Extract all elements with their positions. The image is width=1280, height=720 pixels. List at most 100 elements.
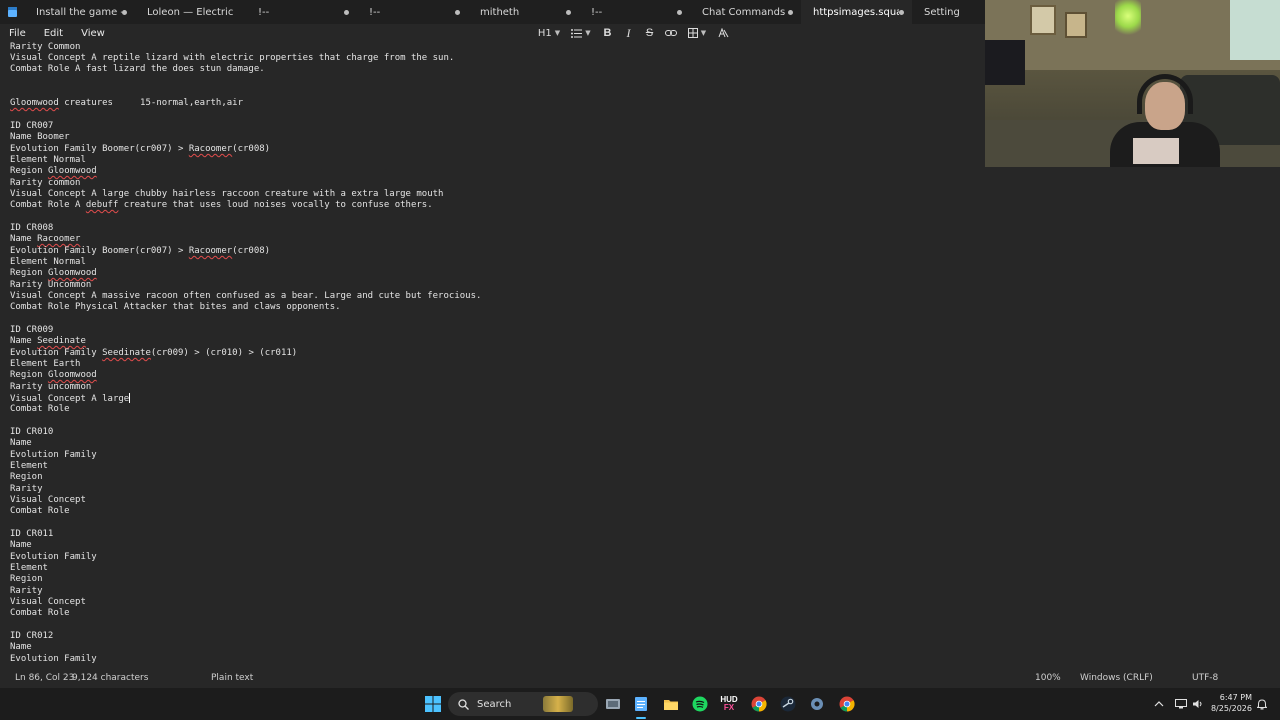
tray-overflow-icon[interactable] [1154, 688, 1164, 720]
widgets-icon[interactable] [543, 696, 574, 712]
text-line: Combat Role A debuff creature that uses … [10, 200, 433, 210]
italic-icon: I [626, 25, 631, 40]
tab-label: Loleon — Electric.txt [147, 6, 233, 18]
text-line: Region Gloomwood [10, 166, 97, 176]
menu-view[interactable]: View [72, 28, 114, 39]
tab-5[interactable]: !-- [579, 0, 690, 24]
text-line-with-cursor: Visual Concept A large [10, 393, 131, 404]
text-line: Element Normal [10, 257, 86, 267]
tab-4[interactable]: mitheth [468, 0, 579, 24]
text-line: ID CR011 [10, 529, 54, 539]
tab-modified-dot[interactable] [455, 9, 460, 15]
active-app-indicator [636, 717, 646, 719]
system-clock[interactable]: 6:47 PM 8/25/2026 [1208, 692, 1252, 714]
text-line: Evolution Family [10, 654, 97, 664]
chrome-icon[interactable] [747, 692, 771, 716]
text-format[interactable]: Plain text [211, 668, 253, 688]
tab-label: Chat Commands (playe [702, 6, 788, 18]
text-line: Element [10, 461, 48, 471]
clock-date: 8/25/2026 [1210, 704, 1252, 713]
text-line: Evolution Family Seedinate(cr009) > (cr0… [10, 348, 298, 358]
character-count: 9,124 characters [72, 673, 149, 683]
search-icon [458, 698, 469, 710]
tab-0[interactable]: Install the game - 5 Co [24, 0, 135, 24]
table-dropdown[interactable]: ▼ [681, 24, 713, 42]
cursor-position[interactable]: Ln 86, Col 23 [15, 668, 74, 688]
tab-6[interactable]: Chat Commands (playe [690, 0, 801, 24]
tab-modified-dot[interactable] [788, 9, 793, 15]
text-line: Rarity common [10, 178, 81, 188]
tab-1[interactable]: Loleon — Electric.txt [135, 0, 246, 24]
network-icon[interactable] [1175, 688, 1187, 720]
text-line: Visual Concept A massive racoon often co… [10, 291, 482, 301]
text-line: Name [10, 642, 32, 652]
tab-7[interactable]: httpsimages.squaresp [801, 0, 912, 24]
notepad-icon[interactable] [629, 692, 653, 716]
text-line: Combat Role [10, 608, 70, 618]
line-ending[interactable]: Windows (CRLF) [1080, 668, 1153, 688]
italic-button[interactable]: I [618, 24, 639, 42]
notifications-icon[interactable] [1257, 688, 1267, 720]
status-bar: Ln 86, Col 23 9,124 characters Plain tex… [0, 668, 1280, 688]
clear-formatting-button[interactable] [713, 24, 734, 42]
tab-label: !-- [258, 6, 270, 18]
strikethrough-button[interactable]: S [639, 24, 660, 42]
tab-label: !-- [369, 6, 381, 18]
list-icon [571, 28, 583, 38]
text-line: Element [10, 563, 48, 573]
heading-dropdown[interactable]: H1 ▼ [533, 24, 565, 42]
encoding[interactable]: UTF-8 [1192, 668, 1218, 688]
strikethrough-icon: S [645, 27, 654, 39]
chevron-down-icon: ▼ [700, 29, 707, 37]
text-line: Name [10, 540, 32, 550]
tab-modified-dot[interactable] [566, 9, 571, 15]
chevron-down-icon: ▼ [554, 29, 561, 37]
text-line: Rarity [10, 484, 43, 494]
tab-modified-dot[interactable] [899, 9, 904, 15]
windows-start-icon[interactable] [421, 692, 445, 716]
tab-label: !-- [591, 6, 603, 18]
text-line: Combat Role [10, 506, 70, 516]
zoom-level[interactable]: 100% [1035, 668, 1061, 688]
tab-label: mitheth [480, 6, 520, 18]
text-line: ID CR009 [10, 325, 54, 335]
text-line: Name Racoomer [10, 234, 81, 244]
bold-button[interactable]: B [597, 24, 618, 42]
text-line: Name [10, 438, 32, 448]
spotify-icon[interactable] [688, 692, 712, 716]
text-line: Rarity Uncommon [10, 280, 92, 290]
text-line: Combat Role Physical Attacker that bites… [10, 302, 341, 312]
menu-edit[interactable]: Edit [35, 28, 72, 39]
link-button[interactable] [660, 24, 681, 42]
chrome-profile-icon[interactable] [835, 692, 859, 716]
link-icon [664, 30, 677, 36]
format-toolbar: H1 ▼ ▼ B I S ▼ [533, 24, 734, 42]
text-line: Visual Concept [10, 597, 86, 607]
settings-app-icon[interactable] [805, 692, 829, 716]
heading-label: H1 [537, 27, 552, 39]
table-icon [687, 28, 698, 38]
tab-modified-dot[interactable] [122, 9, 127, 15]
text-line: Name Boomer [10, 132, 70, 142]
tab-label: httpsimages.squaresp [813, 6, 899, 18]
text-line: Visual Concept A large chubby hairless r… [10, 189, 444, 199]
list-dropdown[interactable]: ▼ [565, 24, 597, 42]
text-line: Visual Concept [10, 495, 86, 505]
webcam-overlay [985, 0, 1280, 167]
tab-modified-dot[interactable] [344, 9, 349, 15]
hud-fx-icon[interactable]: HUD FX [717, 692, 741, 716]
steam-icon[interactable] [776, 692, 800, 716]
tab-3[interactable]: !-- [357, 0, 468, 24]
notepad-app-icon [0, 0, 24, 24]
tab-modified-dot[interactable] [677, 9, 682, 15]
text-line: Evolution Family Boomer(cr007) > Racoome… [10, 144, 271, 154]
taskbar: Search HUD FX 6:47 PM 8/25/2026 [0, 688, 1280, 720]
file-explorer-icon[interactable] [659, 692, 683, 716]
text-line: Region [10, 472, 43, 482]
taskbar-search[interactable]: Search [448, 692, 598, 716]
text-line: Evolution Family [10, 552, 97, 562]
volume-icon[interactable] [1192, 688, 1204, 720]
task-view-icon[interactable] [601, 692, 625, 716]
menu-file[interactable]: File [0, 28, 35, 39]
tab-2[interactable]: !-- [246, 0, 357, 24]
